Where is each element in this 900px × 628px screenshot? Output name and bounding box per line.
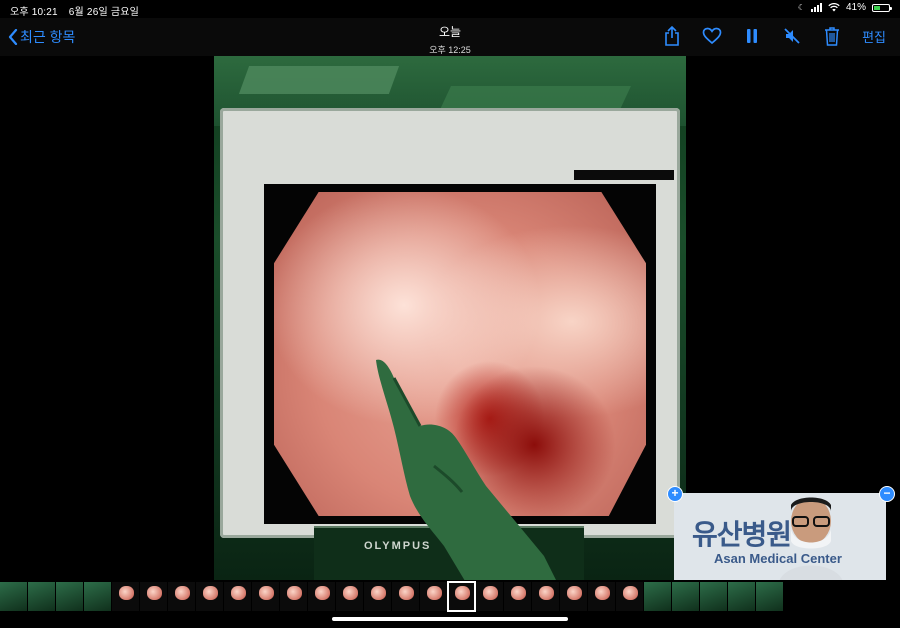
thumbnail[interactable]: [447, 581, 476, 612]
favorite-button[interactable]: [702, 26, 722, 46]
thumbnail[interactable]: [644, 582, 671, 611]
thumbnail[interactable]: [364, 582, 391, 611]
thumbnail[interactable]: [672, 582, 699, 611]
thumbnail[interactable]: [532, 582, 559, 611]
thumbnail[interactable]: [196, 582, 223, 611]
gloved-hand: [376, 359, 556, 580]
thumbnail[interactable]: [224, 582, 251, 611]
thumbnail[interactable]: [560, 582, 587, 611]
pip-add-button[interactable]: +: [667, 486, 683, 502]
battery-icon: [872, 3, 892, 12]
thumbnail[interactable]: [252, 582, 279, 611]
cellular-signal-icon: [810, 3, 822, 12]
thumbnail[interactable]: [392, 582, 419, 611]
thumbnail[interactable]: [588, 582, 615, 611]
delete-button[interactable]: [822, 26, 842, 46]
pause-button[interactable]: [742, 26, 762, 46]
thumbnail[interactable]: [168, 582, 195, 611]
monitor-sensor-bar: [574, 170, 674, 180]
thumbnail[interactable]: [112, 582, 139, 611]
thumbnail[interactable]: [616, 582, 643, 611]
mute-button[interactable]: [782, 26, 802, 46]
share-icon: [665, 26, 679, 46]
share-button[interactable]: [662, 26, 682, 46]
home-indicator[interactable]: [332, 617, 568, 621]
thumbnail[interactable]: [28, 582, 55, 611]
thumbnail[interactable]: [308, 582, 335, 611]
thumbnail[interactable]: [140, 582, 167, 611]
status-time: 오후 10:21: [10, 7, 58, 18]
video-frame[interactable]: OLYMPUS: [214, 56, 686, 580]
battery-level: [874, 5, 880, 10]
thumbnail[interactable]: [504, 582, 531, 611]
thumbnail-strip[interactable]: [0, 580, 900, 612]
edit-button[interactable]: 편집: [862, 27, 886, 46]
thumbnail[interactable]: [420, 582, 447, 611]
thumbnail[interactable]: [728, 582, 755, 611]
pip-remove-button[interactable]: −: [879, 486, 895, 502]
status-bar: 오후 10:21 6월 26일 금요일 ☾ 41%: [0, 0, 900, 18]
thumbnail[interactable]: [56, 582, 83, 611]
picture-in-picture[interactable]: 유산병원 Asan Medical Center: [674, 493, 886, 580]
heart-icon: [702, 27, 722, 45]
wifi-icon: [828, 3, 840, 12]
thumbnail[interactable]: [280, 582, 307, 611]
status-date: 6월 26일 금요일: [68, 7, 140, 18]
thumbnail[interactable]: [84, 582, 111, 611]
ceiling-light: [238, 66, 400, 94]
battery-percent: 41%: [845, 2, 866, 13]
navigation-bar: 최근 항목 오늘 오후 12:25 편집: [0, 18, 900, 56]
person-avatar: [779, 497, 843, 580]
mute-icon: [784, 28, 800, 44]
pause-icon: [747, 29, 758, 43]
thumbnail[interactable]: [756, 582, 783, 611]
thumbnail[interactable]: [476, 582, 503, 611]
trash-icon: [825, 27, 840, 46]
thumbnail[interactable]: [336, 582, 363, 611]
dnd-icon: ☾: [797, 3, 805, 12]
thumbnail[interactable]: [0, 582, 27, 611]
thumbnail[interactable]: [700, 582, 727, 611]
